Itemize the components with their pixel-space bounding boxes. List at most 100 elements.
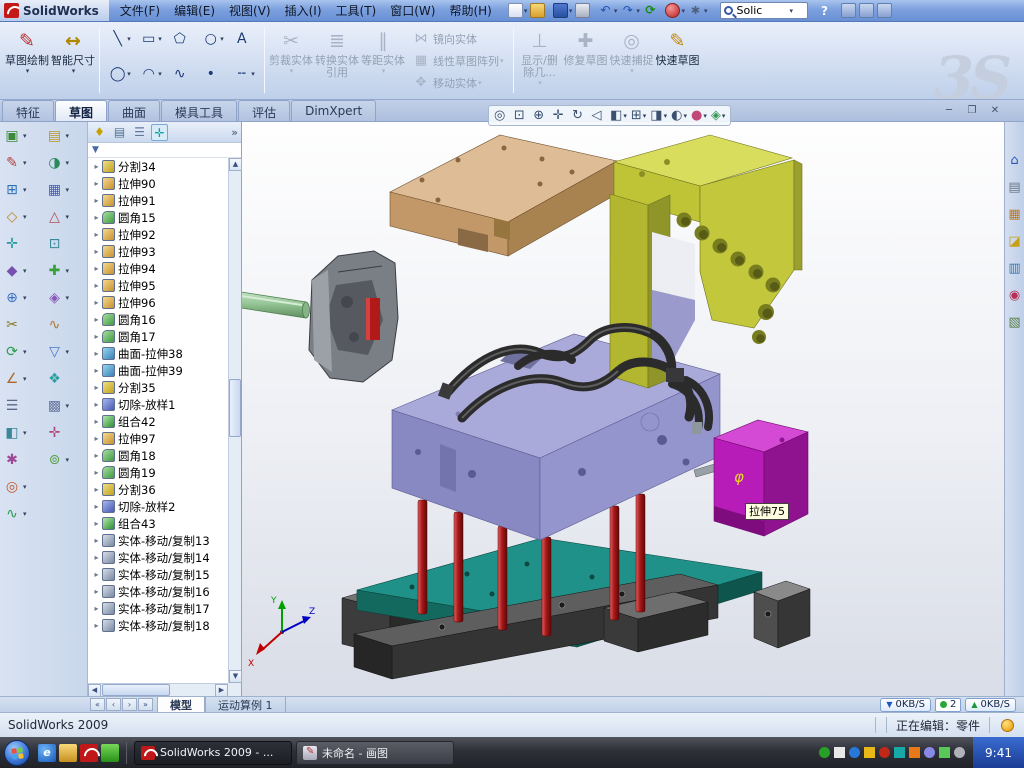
tree-item[interactable]: 分割36 (88, 481, 228, 498)
model-part-tan-plate[interactable] (390, 135, 617, 256)
dropdown-arrow-icon[interactable] (664, 112, 668, 120)
expand-arrow-icon[interactable] (91, 298, 102, 307)
expand-arrow-icon[interactable] (91, 417, 102, 426)
tray-icon[interactable] (864, 747, 875, 758)
view-orientation-icon[interactable]: ⊞ (629, 107, 648, 125)
nav-prev-icon[interactable]: ‹ (106, 698, 121, 711)
dropdown-arrow-icon[interactable] (23, 159, 27, 167)
commandmanager-tab[interactable]: 草图 (55, 100, 107, 121)
configuration-manager-tab-icon[interactable]: ☰ (131, 124, 148, 141)
tray-icon[interactable] (939, 747, 950, 758)
expand-arrow-icon[interactable] (91, 468, 102, 477)
titlebar-extra-icon[interactable] (876, 2, 893, 19)
titlebar-extra-icon[interactable] (840, 2, 857, 19)
dropdown-arrow-icon[interactable] (66, 294, 70, 302)
expand-arrow-icon[interactable] (91, 264, 102, 273)
dropdown-arrow-icon[interactable] (23, 429, 27, 437)
flyout-tool-icon[interactable]: ✛ (45, 423, 86, 443)
toolbar-button[interactable]: 移动实体 (408, 73, 508, 93)
dropdown-arrow-icon[interactable] (127, 35, 131, 43)
expand-arrow-icon[interactable] (91, 247, 102, 256)
tree-item[interactable]: 拉伸93 (88, 243, 228, 260)
tray-icon[interactable] (894, 747, 905, 758)
circle-icon[interactable]: ◯ (105, 61, 135, 87)
toolbar-button[interactable]: 等距实体 (360, 24, 406, 97)
menu-item[interactable]: 帮助(H) (442, 2, 498, 19)
flyout-tool-icon[interactable]: ⊚ (45, 450, 86, 470)
panel-overflow-icon[interactable]: » (231, 126, 238, 139)
model-part-clamp-block[interactable] (309, 251, 398, 382)
expand-arrow-icon[interactable] (91, 162, 102, 171)
expand-arrow-icon[interactable] (91, 230, 102, 239)
dropdown-arrow-icon[interactable] (66, 456, 70, 464)
tree-item[interactable]: 分割34 (88, 158, 228, 175)
previous-view-icon[interactable]: ◁ (590, 107, 609, 125)
expand-arrow-icon[interactable] (91, 196, 102, 205)
expand-arrow-icon[interactable] (91, 434, 102, 443)
taskbar-task-button[interactable]: 未命名 - 画图 (296, 741, 454, 765)
tree-item[interactable]: 圆角17 (88, 328, 228, 345)
tray-icon[interactable] (924, 747, 935, 758)
flyout-tool-icon[interactable]: ✂ (2, 315, 43, 335)
dropdown-arrow-icon[interactable] (251, 70, 255, 78)
expand-arrow-icon[interactable] (91, 400, 102, 409)
flyout-tool-icon[interactable]: ∠ (2, 369, 43, 389)
flyout-tool-icon[interactable]: ◇ (2, 207, 43, 227)
graphics-viewport[interactable]: φ X Y Z 拉伸75 (242, 122, 1004, 696)
text-icon[interactable]: A (229, 26, 259, 52)
tree-filter-row[interactable] (88, 143, 241, 158)
launch-solidworks-icon[interactable] (80, 744, 98, 762)
dropdown-arrow-icon[interactable] (23, 348, 27, 356)
scrollbar-thumb[interactable] (229, 379, 241, 437)
rebuild-icon[interactable] (642, 2, 664, 19)
menu-item[interactable]: 窗口(W) (383, 2, 442, 19)
expand-arrow-icon[interactable] (91, 349, 102, 358)
view-palette-icon[interactable]: ▥ (1006, 260, 1023, 277)
section-view-icon[interactable]: ◧ (608, 107, 629, 125)
zoom-in-out-icon[interactable]: ⊕ (531, 107, 550, 125)
redo-icon[interactable] (619, 2, 641, 19)
tree-item[interactable]: 拉伸94 (88, 260, 228, 277)
model-canvas[interactable]: φ X Y Z (242, 122, 1004, 696)
flyout-tool-icon[interactable]: ✱ (2, 450, 43, 470)
dropdown-arrow-icon[interactable] (26, 67, 30, 75)
taskbar-clock[interactable]: 9:41 (973, 737, 1024, 768)
doc-minimize-icon[interactable] (942, 104, 956, 117)
tree-item[interactable]: 实体-移动/复制16 (88, 583, 228, 600)
tree-item[interactable]: 切除-放样1 (88, 396, 228, 413)
search-dropdown-icon[interactable] (789, 7, 793, 15)
dropdown-arrow-icon[interactable] (72, 67, 76, 75)
launch-browser-icon[interactable]: e (38, 744, 56, 762)
tray-icon[interactable] (954, 747, 965, 758)
property-manager-tab-icon[interactable]: ▤ (111, 124, 128, 141)
search-input[interactable] (736, 4, 788, 17)
commandmanager-tab[interactable]: 模具工具 (161, 100, 237, 121)
rotate-view-icon[interactable]: ↻ (570, 107, 589, 125)
tree-item[interactable]: 拉伸97 (88, 430, 228, 447)
tree-item[interactable]: 分割35 (88, 379, 228, 396)
tree-item[interactable]: 实体-移动/复制18 (88, 617, 228, 634)
flyout-tool-icon[interactable]: ▩ (45, 396, 86, 416)
custom-properties-icon[interactable]: ▧ (1006, 314, 1023, 331)
flyout-tool-icon[interactable]: ☰ (2, 396, 43, 416)
flyout-tool-icon[interactable]: ◑ (45, 153, 86, 173)
toolbar-button[interactable]: 草图绘制 (4, 24, 50, 97)
tree-item[interactable]: 组合42 (88, 413, 228, 430)
display-style-icon[interactable]: ◨ (648, 107, 669, 125)
point-icon[interactable]: • (198, 61, 228, 87)
expand-arrow-icon[interactable] (91, 621, 102, 630)
dropdown-arrow-icon[interactable] (500, 57, 504, 65)
flyout-tool-icon[interactable]: ⊕ (2, 288, 43, 308)
expand-arrow-icon[interactable] (91, 485, 102, 494)
dimxpert-manager-tab-icon[interactable]: ✛ (151, 124, 168, 141)
commandmanager-tab[interactable]: DimXpert (291, 100, 376, 121)
toolbar-button[interactable]: 线性草图阵列 (408, 51, 508, 71)
dropdown-arrow-icon[interactable] (382, 67, 386, 75)
tree-item[interactable]: 圆角15 (88, 209, 228, 226)
flyout-tool-icon[interactable]: △ (45, 207, 86, 227)
tree-item[interactable]: 实体-移动/复制14 (88, 549, 228, 566)
dropdown-arrow-icon[interactable] (23, 213, 27, 221)
dropdown-arrow-icon[interactable] (66, 213, 70, 221)
polygon-icon[interactable]: ⬠ (167, 26, 197, 52)
commandmanager-tab[interactable]: 特征 (2, 100, 54, 121)
